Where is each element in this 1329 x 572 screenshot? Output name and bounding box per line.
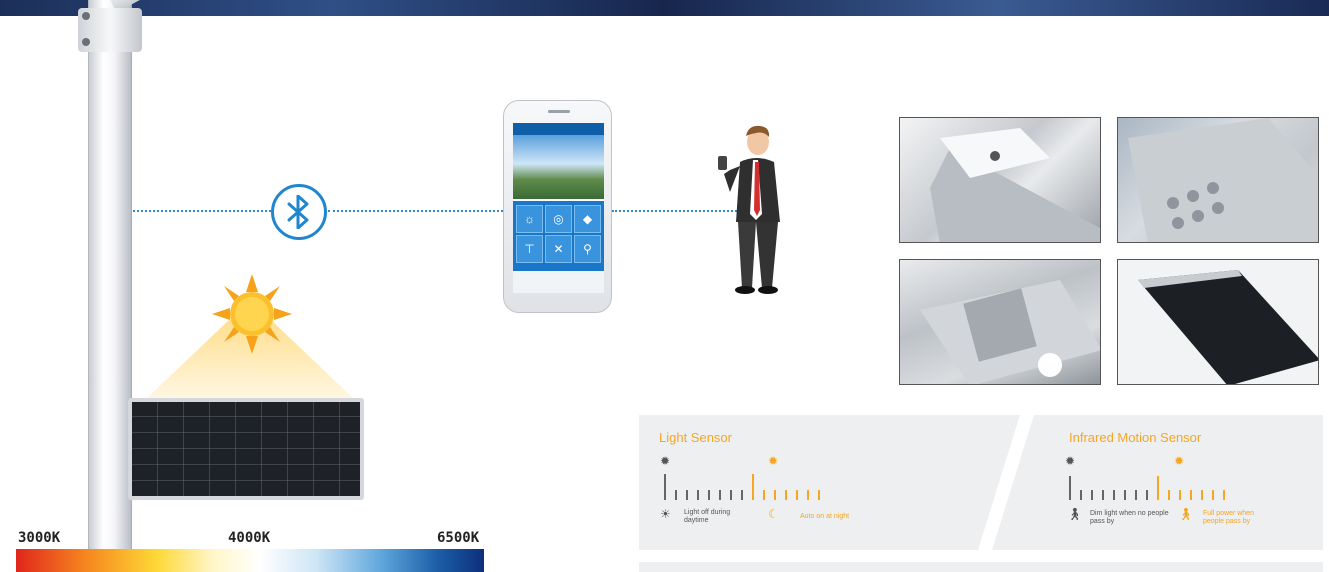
product-photo-solar-panel <box>1117 259 1319 385</box>
lamp-icon: ✹ <box>1174 454 1185 468</box>
top-banner-strip <box>0 0 1329 16</box>
color-temperature-gradient <box>16 549 484 572</box>
connection-line-left <box>133 210 271 212</box>
solar-panel <box>128 398 364 500</box>
sensor-panel-lower <box>639 562 1323 572</box>
product-photo-bracket <box>899 117 1101 243</box>
businessman-illustration <box>718 125 780 294</box>
bluetooth-badge <box>271 184 327 240</box>
pole-bracket <box>78 8 142 52</box>
color-temp-label-3000k: 3000K <box>18 530 61 546</box>
app-header <box>513 123 604 135</box>
motion-sensor-title: Infrared Motion Sensor <box>1069 430 1202 445</box>
phone-speaker <box>548 110 570 113</box>
bluetooth-icon <box>287 195 309 229</box>
app-tile: ✕ <box>545 235 572 263</box>
moon-icon: ☾ <box>768 507 779 521</box>
app-tile: ⚲ <box>574 235 601 263</box>
lamp-icon: ✹ <box>660 454 671 468</box>
app-tile: ◎ <box>545 205 572 233</box>
app-screen: ☼ ◎ ◆ ⊤ ✕ ⚲ <box>513 123 604 293</box>
product-photo-led-module <box>1117 117 1319 243</box>
light-sensor-timeline <box>664 474 829 500</box>
product-photo-sensor-lens <box>899 259 1101 385</box>
person-icon: 🚶︎ <box>1178 507 1194 521</box>
app-tile: ⊤ <box>516 235 543 263</box>
dim-light-text: Dim light when no people pass by <box>1090 510 1169 525</box>
light-sensor-title: Light Sensor <box>659 430 732 445</box>
full-power-text: Full power when people pass by <box>1203 510 1254 525</box>
sun-icon: ☀ <box>660 507 671 521</box>
app-bottom-nav <box>513 271 604 293</box>
lamp-icon: ✹ <box>768 454 779 468</box>
app-tile: ☼ <box>516 205 543 233</box>
light-pole <box>88 0 132 572</box>
person-icon: 🚶︎ <box>1067 507 1083 521</box>
connection-line-middle <box>328 210 503 212</box>
bolt-icon <box>82 12 90 20</box>
color-temp-label-6500k: 6500K <box>437 530 480 546</box>
app-tile-grid: ☼ ◎ ◆ ⊤ ✕ ⚲ <box>513 201 604 267</box>
auto-on-text: Auto on at night <box>800 513 850 520</box>
app-banner-image <box>513 135 604 201</box>
light-off-text: Light off during daytime <box>684 509 731 524</box>
bolt-icon <box>82 38 90 46</box>
sun-icon <box>212 274 292 354</box>
smartphone-app: ☼ ◎ ◆ ⊤ ✕ ⚲ <box>503 100 612 313</box>
app-tile: ◆ <box>574 205 601 233</box>
lamp-icon: ✹ <box>1065 454 1076 468</box>
motion-sensor-timeline <box>1069 476 1234 500</box>
color-temp-label-4000k: 4000K <box>228 530 271 546</box>
